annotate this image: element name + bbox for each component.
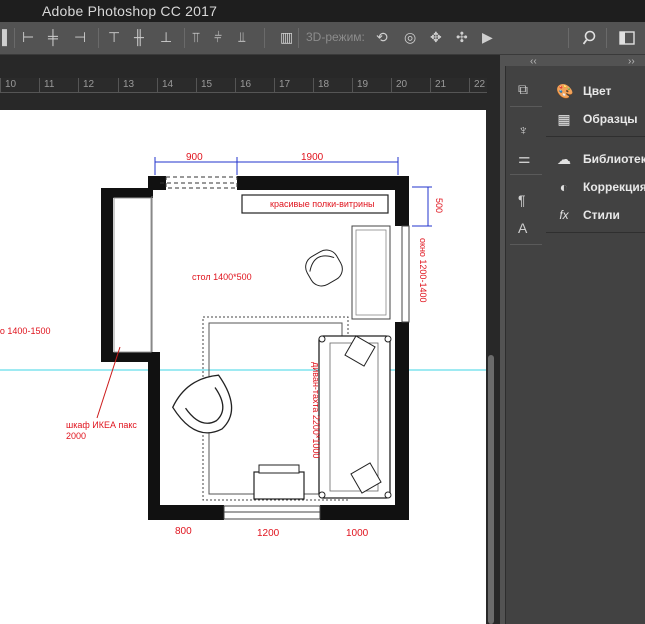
ruler-label: 12 bbox=[83, 79, 95, 90]
mode-3d-label: 3D-режим: bbox=[306, 30, 365, 44]
dim-bottom-right: 1000 bbox=[346, 528, 369, 539]
search-icon[interactable] bbox=[583, 30, 599, 46]
panel-libraries[interactable]: ☁ Библиотеки bbox=[546, 146, 645, 172]
align-top-icon[interactable]: ⊤ bbox=[108, 30, 120, 44]
brush-settings-icon[interactable]: ⚌ bbox=[518, 151, 531, 165]
shelves-label: красивые полки-витрины bbox=[270, 199, 375, 209]
ruler-label: 22 bbox=[474, 79, 486, 90]
armchair bbox=[171, 374, 233, 434]
desk-chair bbox=[305, 249, 343, 287]
adjustment-circle-icon: ◐ bbox=[559, 179, 569, 195]
auto-align-icon[interactable]: ▥ bbox=[280, 30, 293, 44]
swatches-grid-icon: ▦ bbox=[557, 111, 571, 127]
dim-top-left: 900 bbox=[186, 152, 203, 163]
align-vertical-center-icon[interactable]: ╫ bbox=[134, 30, 144, 44]
ruler-label: 14 bbox=[162, 79, 174, 90]
ruler-label: 21 bbox=[435, 79, 447, 90]
vertical-scrollbar[interactable] bbox=[488, 355, 494, 624]
align-left-edges-icon[interactable]: ▌ bbox=[2, 30, 12, 44]
document-canvas[interactable]: 900 1900 500 окно 1200-1400 красивые пол… bbox=[0, 110, 486, 624]
ruler-label: 18 bbox=[318, 79, 330, 90]
ruler-label: 19 bbox=[357, 79, 369, 90]
panel-adjustments[interactable]: ◐ Коррекция bbox=[546, 174, 645, 200]
distribute-top-icon[interactable]: ⫪ bbox=[192, 30, 200, 44]
fx-icon: fx bbox=[559, 208, 569, 222]
align-left-icon[interactable]: ⊢ bbox=[22, 30, 34, 44]
brush-presets-icon[interactable]: ♆ bbox=[518, 123, 529, 137]
ruler-label: 16 bbox=[240, 79, 252, 90]
wardrobe-label-line2: 2000 bbox=[66, 431, 86, 441]
panel-swatches[interactable]: ▦ Образцы bbox=[546, 106, 645, 132]
table-label: стол 1400*500 bbox=[192, 272, 252, 282]
wardrobe-label-line1: шкаф ИКЕА пакс bbox=[66, 420, 137, 430]
window-title: Adobe Photoshop CC 2017 bbox=[42, 3, 218, 19]
title-bar: Adobe Photoshop CC 2017 bbox=[0, 0, 645, 22]
align-horizontal-center-icon[interactable]: ╪ bbox=[48, 30, 58, 44]
ruler-label: 20 bbox=[396, 79, 408, 90]
panel-styles[interactable]: fx Стили bbox=[546, 202, 645, 228]
ruler-label: 11 bbox=[44, 79, 55, 90]
dim-bottom-left: 800 bbox=[175, 526, 192, 537]
workspace-icon[interactable] bbox=[619, 31, 635, 45]
drag-3d-icon[interactable]: ✥ bbox=[430, 30, 442, 44]
sofa-label: диван-тахта 2200*1000 bbox=[311, 362, 321, 458]
align-right-icon[interactable]: ⊣ bbox=[74, 30, 86, 44]
horizontal-ruler: 10 11 12 13 14 15 16 17 18 19 20 21 22 bbox=[0, 78, 487, 93]
character-icon[interactable]: A bbox=[518, 221, 527, 235]
ruler-label: 13 bbox=[123, 79, 135, 90]
distribute-center-icon[interactable]: ⫩ bbox=[214, 30, 222, 44]
align-bottom-icon[interactable]: ⊥ bbox=[160, 30, 172, 44]
collapsed-panel-strip: ⧉ ♆ ⚌ ¶ A bbox=[505, 66, 547, 624]
distribute-bottom-icon[interactable]: ⫫ bbox=[238, 30, 246, 44]
floor-plan: 900 1900 500 окно 1200-1400 красивые пол… bbox=[0, 152, 486, 539]
window-left-label: окно 1400-1500 bbox=[0, 326, 50, 336]
dim-top-right: 1900 bbox=[301, 152, 324, 163]
dim-bottom-mid: 1200 bbox=[257, 528, 280, 539]
history-icon[interactable]: ⧉ bbox=[518, 82, 528, 96]
options-bar: ▌ ⊢ ╪ ⊣ ⊤ ╫ ⊥ ⫪ ⫩ ⫫ ▥ 3D-режим: ⟲ ◎ ✥ ✣ … bbox=[0, 22, 645, 55]
color-wheel-icon: 🎨 bbox=[556, 83, 574, 99]
creative-cloud-icon: ☁ bbox=[557, 151, 571, 167]
rotate-3d-icon[interactable]: ⟲ bbox=[376, 30, 388, 44]
window-right-label: окно 1200-1400 bbox=[418, 238, 428, 302]
dim-right: 500 bbox=[434, 198, 444, 213]
ruler-label: 17 bbox=[279, 79, 291, 90]
panel-dock: 🎨 Цвет ▦ Образцы ☁ Библиотеки ◐ Коррекци… bbox=[546, 66, 645, 624]
ruler-label: 15 bbox=[201, 79, 213, 90]
paragraph-icon[interactable]: ¶ bbox=[518, 193, 526, 207]
slide-3d-icon[interactable]: ✣ bbox=[456, 30, 468, 44]
panel-color[interactable]: 🎨 Цвет bbox=[546, 78, 645, 104]
roll-3d-icon[interactable]: ◎ bbox=[404, 30, 416, 44]
ruler-label: 10 bbox=[5, 79, 17, 90]
scale-3d-icon[interactable]: ▶ bbox=[482, 30, 493, 44]
